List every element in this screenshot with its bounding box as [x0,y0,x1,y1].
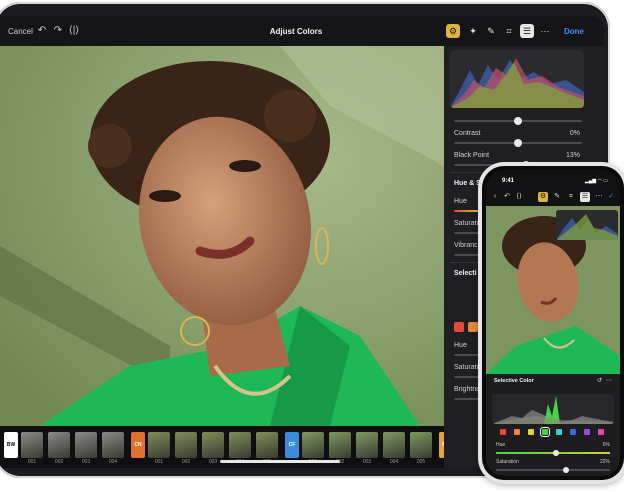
more-icon[interactable]: ⋯ [606,377,612,384]
slider-knob[interactable] [514,139,522,147]
compare-icon[interactable]: ⟨|⟩ [68,25,80,37]
filter-group-chip[interactable]: BW [4,432,18,458]
filter-label: 005 [416,459,426,465]
status-time: 9:41 [502,178,515,184]
page-title: Adjust Colors [269,27,323,36]
filter-group-chip[interactable]: CN [131,432,145,458]
filter-thumbnail[interactable] [256,432,278,458]
redo-icon[interactable]: ↷ [52,25,64,37]
mini-histogram [556,210,618,240]
more-icon[interactable]: ⋯ [538,24,552,38]
color-swatch[interactable] [454,322,464,332]
color-swatch[interactable] [584,429,590,435]
filter-thumbnail[interactable] [21,432,43,458]
filter-thumbnail[interactable] [329,432,351,458]
hue-label: Hue [496,442,506,448]
slider-knob[interactable] [562,467,569,473]
photo-canvas[interactable] [0,46,444,426]
filter-thumbnail[interactable] [148,432,170,458]
hue-slider[interactable] [496,450,610,456]
saturation-slider[interactable] [496,467,610,473]
crop-icon[interactable]: ⌗ [502,24,516,38]
home-indicator [220,460,340,463]
iphone-device: 9:41 ▂▄▆ ◠ ▭ ‹ ↶ ⟨⟩ ⚙ ✎ ⌗ ☰ ⋯ ✓ Selectiv… [478,162,624,484]
filter-label: 004 [108,459,118,465]
adjust-icon[interactable]: ⚙ [446,24,460,38]
portrait-image [0,46,444,426]
filter-thumbnail[interactable] [410,432,432,458]
filter-label: 003 [81,459,91,465]
phone-photo-canvas[interactable] [486,206,620,374]
selective-histogram [492,394,614,424]
filter-label: 004 [389,459,399,465]
saturation-value: 22% [599,459,610,465]
black-point-label: Black Point [454,152,490,159]
brush-icon[interactable]: ✎ [552,192,562,202]
brush-icon[interactable]: ✎ [484,24,498,38]
color-swatch[interactable] [540,427,550,437]
slider-knob[interactable] [553,450,560,456]
compare-icon[interactable]: ⟨⟩ [514,192,524,202]
filter-thumbnail[interactable] [229,432,251,458]
top-toolbar: Cancel ↶ ↷ ⟨|⟩ Adjust Colors ⚙ ✦ ✎ ⌗ ☰ ⋯… [0,16,604,46]
filter-thumbnail[interactable] [202,432,224,458]
magic-icon[interactable]: ✦ [466,24,480,38]
black-point-value: 13% [565,152,580,159]
contrast-value: 0% [569,130,580,137]
selective-color-panel: Selective Color ↺ ⋯ Hue 6% Saturation 22… [486,374,620,476]
color-swatch[interactable] [556,429,562,435]
cancel-button[interactable]: Cancel [8,27,33,36]
color-swatch[interactable] [468,322,478,332]
undo-icon[interactable]: ↶ [502,192,512,202]
layers-icon[interactable]: ☰ [580,192,590,202]
saturation-label: Saturation [496,459,519,465]
filter-group-chip[interactable]: CF [285,432,299,458]
crop-icon[interactable]: ⌗ [566,192,576,202]
undo-icon[interactable]: ↶ [36,25,48,37]
adjust-icon[interactable]: ⚙ [538,192,548,202]
phone-toolbar: ‹ ↶ ⟨⟩ ⚙ ✎ ⌗ ☰ ⋯ ✓ [486,190,620,206]
hue-value: 6% [602,442,610,448]
color-swatch[interactable] [528,429,534,435]
color-swatch[interactable] [570,429,576,435]
contrast-slider[interactable] [454,139,582,147]
filter-thumbnail[interactable] [302,432,324,458]
done-button[interactable]: Done [564,27,584,36]
back-icon[interactable]: ‹ [490,192,500,202]
checkmark-icon[interactable]: ✓ [606,192,616,202]
histogram [450,50,584,108]
layers-icon[interactable]: ☰ [520,24,534,38]
vibrance-label: Vibranc [454,242,478,249]
color-swatch[interactable] [500,429,506,435]
filter-label: 001 [27,459,37,465]
color-swatch[interactable] [598,429,604,435]
status-icons: ▂▄▆ ◠ ▭ [584,178,608,184]
brightness-label: Brightne [454,386,481,393]
iphone-screen: 9:41 ▂▄▆ ◠ ▭ ‹ ↶ ⟨⟩ ⚙ ✎ ⌗ ☰ ⋯ ✓ Selectiv… [486,170,620,476]
filter-label: 002 [54,459,64,465]
filter-thumbnail[interactable] [356,432,378,458]
filter-label: 002 [181,459,191,465]
more-icon[interactable]: ⋯ [594,192,604,202]
color-swatch[interactable] [514,429,520,435]
filter-label: 003 [362,459,372,465]
filter-label: 001 [154,459,164,465]
contrast-label: Contrast [454,130,481,137]
reset-icon[interactable]: ↺ [597,377,602,384]
iphone-bezel: 9:41 ▂▄▆ ◠ ▭ ‹ ↶ ⟨⟩ ⚙ ✎ ⌗ ☰ ⋯ ✓ Selectiv… [482,166,624,480]
filter-thumbnail[interactable] [48,432,70,458]
hue-label-2: Hue [454,342,467,349]
filter-thumbnail[interactable] [75,432,97,458]
exposure-slider[interactable] [454,117,582,125]
slider-knob[interactable] [514,117,522,125]
filter-thumbnail[interactable] [102,432,124,458]
panel-title: Selective Color [494,378,534,384]
filter-thumbnail[interactable] [175,432,197,458]
selective-color-title: Selecti [454,270,477,277]
filter-thumbnail[interactable] [383,432,405,458]
hue-label: Hue [454,198,467,205]
